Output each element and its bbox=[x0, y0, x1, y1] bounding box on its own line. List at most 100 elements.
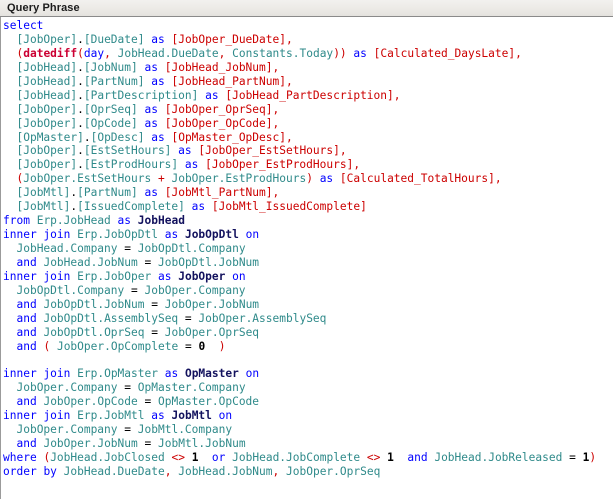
code-token: , bbox=[272, 102, 280, 116]
code-token: JobOper bbox=[178, 269, 226, 283]
code-token: [OpCode] bbox=[83, 116, 138, 130]
code-token: by bbox=[43, 465, 57, 478]
code-token: and bbox=[16, 297, 37, 311]
code-token: join bbox=[43, 367, 71, 381]
code-token: [JobHead_PartNum] bbox=[171, 74, 286, 88]
code-token: [JobHead] bbox=[16, 88, 78, 102]
code-token: order bbox=[3, 465, 37, 478]
code-token: select bbox=[3, 19, 44, 32]
code-line: [JobOper].[DueDate] as [JobOper_DueDate]… bbox=[3, 33, 613, 47]
code-line: [JobOper].[OpCode] as [JobOper_OpCode], bbox=[3, 117, 613, 131]
code-token: JobHead bbox=[137, 214, 185, 228]
code-token: ) bbox=[589, 451, 597, 465]
code-token: [EstProdHours] bbox=[83, 158, 179, 172]
sql-code-block[interactable]: select [JobOper].[DueDate] as [JobOper_D… bbox=[1, 17, 613, 479]
code-token: inner bbox=[3, 409, 37, 423]
code-token: from bbox=[3, 214, 30, 228]
code-token: and bbox=[16, 311, 37, 325]
code-token: [OpMaster_OpDesc] bbox=[171, 130, 286, 144]
code-token: inner bbox=[3, 367, 37, 381]
code-token: [JobOper_OpCode] bbox=[164, 116, 273, 130]
code-token: [JobOper] bbox=[16, 32, 78, 46]
code-token: JobOper.AssemblySeq bbox=[198, 311, 327, 325]
code-token: JobHead.DueDate bbox=[63, 465, 165, 478]
code-token: and bbox=[16, 339, 37, 353]
code-token: . bbox=[77, 102, 84, 116]
code-token: as bbox=[151, 409, 165, 423]
code-token: , bbox=[272, 116, 280, 130]
code-token: . bbox=[77, 158, 84, 172]
code-token: and bbox=[16, 437, 37, 451]
code-token: , bbox=[272, 60, 280, 74]
code-token: on bbox=[232, 269, 246, 283]
code-token: datediff bbox=[23, 46, 78, 60]
code-token: [IssuedComplete] bbox=[77, 200, 185, 214]
code-line: inner join Erp.JobOper as JobOper on bbox=[3, 270, 613, 284]
code-line: [JobHead].[JobNum] as [JobHead_JobNum], bbox=[3, 61, 613, 75]
code-token: [JobNum] bbox=[83, 60, 138, 74]
code-token: <> bbox=[171, 451, 185, 465]
code-token: , bbox=[339, 144, 347, 158]
code-token: JobOper.EstSetHours bbox=[23, 172, 152, 186]
code-token: , bbox=[285, 74, 293, 88]
code-token: inner bbox=[3, 269, 37, 283]
code-token: as bbox=[144, 116, 158, 130]
code-token: join bbox=[43, 228, 71, 242]
code-line: [JobMtl].[PartNum] as [JobMtl_PartNum], bbox=[3, 186, 613, 200]
code-token: day bbox=[83, 46, 105, 60]
code-token: as bbox=[164, 367, 179, 381]
code-token: . bbox=[77, 60, 84, 74]
code-token: JobOper.Company bbox=[144, 283, 246, 297]
code-token: Erp.OpMaster bbox=[77, 367, 158, 381]
code-token: . bbox=[77, 32, 84, 46]
code-line: order by JobHead.DueDate, JobHead.JobNum… bbox=[3, 465, 613, 479]
code-token: JobOpDtl.AssemblySeq bbox=[43, 311, 179, 325]
code-token: , bbox=[353, 158, 361, 172]
code-token: join bbox=[43, 269, 71, 283]
code-token: JobOpDtl.JobNum bbox=[43, 297, 145, 311]
code-token: Erp.JobMtl bbox=[77, 409, 145, 423]
code-line: [OpMaster].[OpDesc] as [OpMaster_OpDesc]… bbox=[3, 131, 613, 145]
code-token: as bbox=[178, 144, 192, 158]
code-token: [JobOper] bbox=[16, 144, 78, 158]
code-token: JobOpDtl.Company bbox=[137, 242, 246, 255]
code-token: , bbox=[104, 46, 111, 60]
code-line: and JobOper.JobNum = JobMtl.JobNum bbox=[3, 437, 613, 451]
code-token: [JobMtl_IssuedComplete] bbox=[211, 200, 367, 214]
code-token: [PartNum] bbox=[83, 74, 145, 88]
code-token: = bbox=[131, 283, 138, 297]
code-token: . bbox=[77, 144, 84, 158]
code-token: )) bbox=[333, 46, 347, 60]
code-token: JobHead.JobNum bbox=[178, 465, 273, 478]
query-editor[interactable]: select [JobOper].[DueDate] as [JobOper_D… bbox=[0, 17, 613, 499]
